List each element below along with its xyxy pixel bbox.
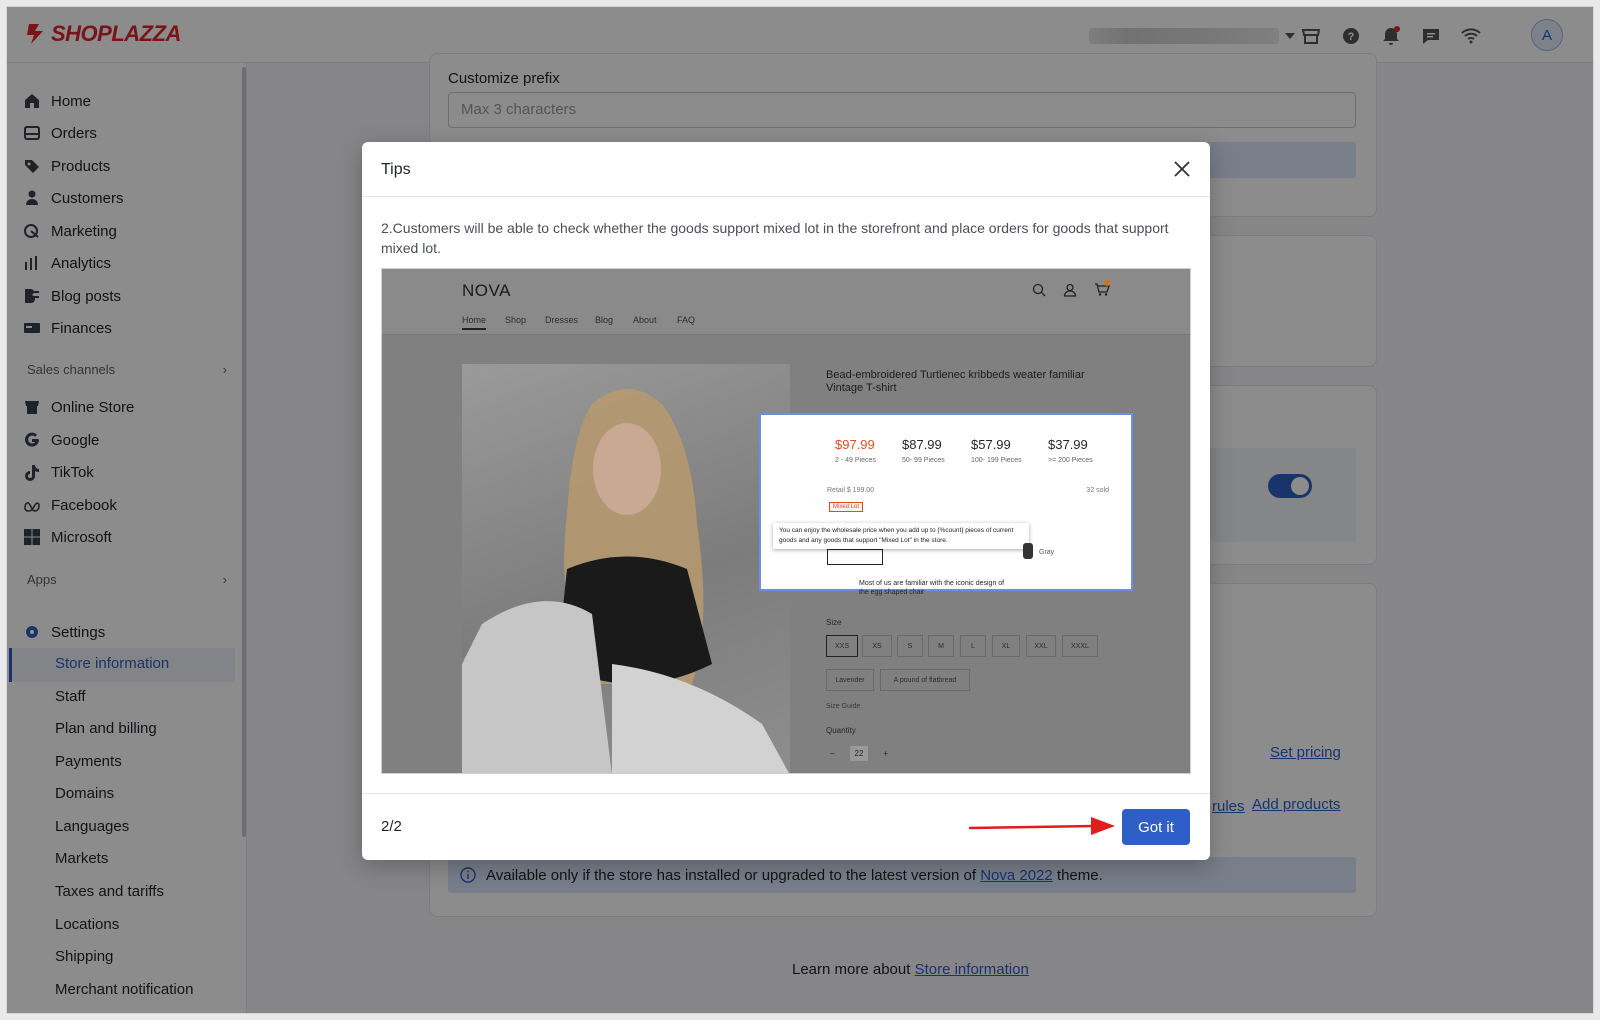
preview-nav-dresses: Dresses bbox=[545, 315, 579, 325]
size-option-xxl: XXL bbox=[1026, 635, 1056, 657]
modal-body-text: 2.Customers will be able to check whethe… bbox=[381, 220, 1169, 256]
tier-price-3: $57.99 bbox=[971, 437, 1011, 452]
size-option-xxs: XXS bbox=[826, 635, 858, 657]
tier-range-2: 50- 99 Pieces bbox=[902, 457, 945, 464]
size-option-s: S bbox=[897, 635, 923, 657]
tier-price-1: $97.99 bbox=[835, 437, 875, 452]
modal-title: Tips bbox=[381, 161, 411, 178]
tier-price-2: $87.99 bbox=[902, 437, 942, 452]
preview-product-title: Bead-embroidered Turtlenec kribbeds weat… bbox=[826, 369, 1085, 394]
preview-header: NOVA Home Shop Dresses Blog About FAQ bbox=[382, 269, 1190, 335]
color-swatch-gray bbox=[1023, 543, 1033, 559]
preview-cart-icon bbox=[1095, 280, 1110, 296]
color-label-gray: Gray bbox=[1039, 549, 1055, 556]
got-it-button[interactable]: Got it bbox=[1122, 809, 1190, 845]
close-icon[interactable] bbox=[1172, 159, 1192, 179]
size-option-xs: XS bbox=[862, 635, 892, 657]
step-indicator: 2/2 bbox=[381, 818, 402, 835]
modal-footer: 2/2 Got it bbox=[362, 793, 1210, 860]
mixed-lot-tooltip: You can enjoy the wholesale price when y… bbox=[773, 523, 1029, 549]
plus-icon: + bbox=[883, 748, 888, 758]
wholesale-price-highlight: $97.99 2 - 49 Pieces $87.99 50- 99 Piece… bbox=[759, 413, 1133, 591]
storefront-preview-image: NOVA Home Shop Dresses Blog About FAQ Be… bbox=[381, 268, 1191, 774]
option-lavender: Lavender bbox=[826, 669, 874, 691]
preview-nav-faq: FAQ bbox=[677, 315, 696, 325]
preview-nav-blog: Blog bbox=[595, 315, 614, 325]
quantity-stepper: − 22 + bbox=[826, 743, 892, 763]
mixed-lot-badge: Mixed Lot bbox=[829, 502, 864, 512]
preview-nav-about: About bbox=[633, 315, 657, 325]
size-option-l: L bbox=[960, 635, 986, 657]
option-flatbread: A pound of flatbread bbox=[880, 669, 970, 691]
quantity-label: Quantity bbox=[826, 726, 856, 735]
retail-price: Retail $ 199.00 bbox=[827, 487, 875, 494]
size-option-xl: XL bbox=[992, 635, 1020, 657]
size-option-m: M bbox=[928, 635, 954, 657]
minus-icon: − bbox=[830, 748, 835, 758]
size-guide-link: Size Guide bbox=[826, 703, 861, 710]
tier-range-3: 100- 199 Pieces bbox=[971, 457, 1022, 464]
tier-price-4: $37.99 bbox=[1048, 437, 1088, 452]
tips-modal: Tips 2.Customers will be able to check w… bbox=[362, 142, 1210, 860]
model-illustration bbox=[462, 389, 789, 773]
preview-account-icon bbox=[1063, 283, 1077, 297]
preview-nav-home: Home bbox=[462, 315, 487, 330]
bundle-description: Most of us are familiar with the iconic … bbox=[859, 580, 1005, 596]
red-arrow-annotation bbox=[968, 817, 1115, 835]
color-swatch-black bbox=[827, 549, 883, 565]
preview-nav-shop: Shop bbox=[505, 315, 527, 325]
preview-store-name: NOVA bbox=[462, 281, 511, 300]
app-window: SHOPLAZZA ? A Home Orders Products Custo bbox=[6, 6, 1594, 1014]
sold-count: 32 sold bbox=[1086, 487, 1109, 494]
tier-range-4: >= 200 Pieces bbox=[1048, 457, 1093, 464]
preview-search-icon bbox=[1032, 283, 1046, 297]
tier-range-1: 2 - 49 Pieces bbox=[835, 457, 876, 464]
size-option-xxxl: XXXL bbox=[1062, 635, 1098, 657]
size-label: Size bbox=[826, 618, 842, 627]
product-photo bbox=[462, 364, 790, 773]
quantity-value: 22 bbox=[849, 745, 869, 761]
modal-header: Tips bbox=[362, 142, 1210, 197]
